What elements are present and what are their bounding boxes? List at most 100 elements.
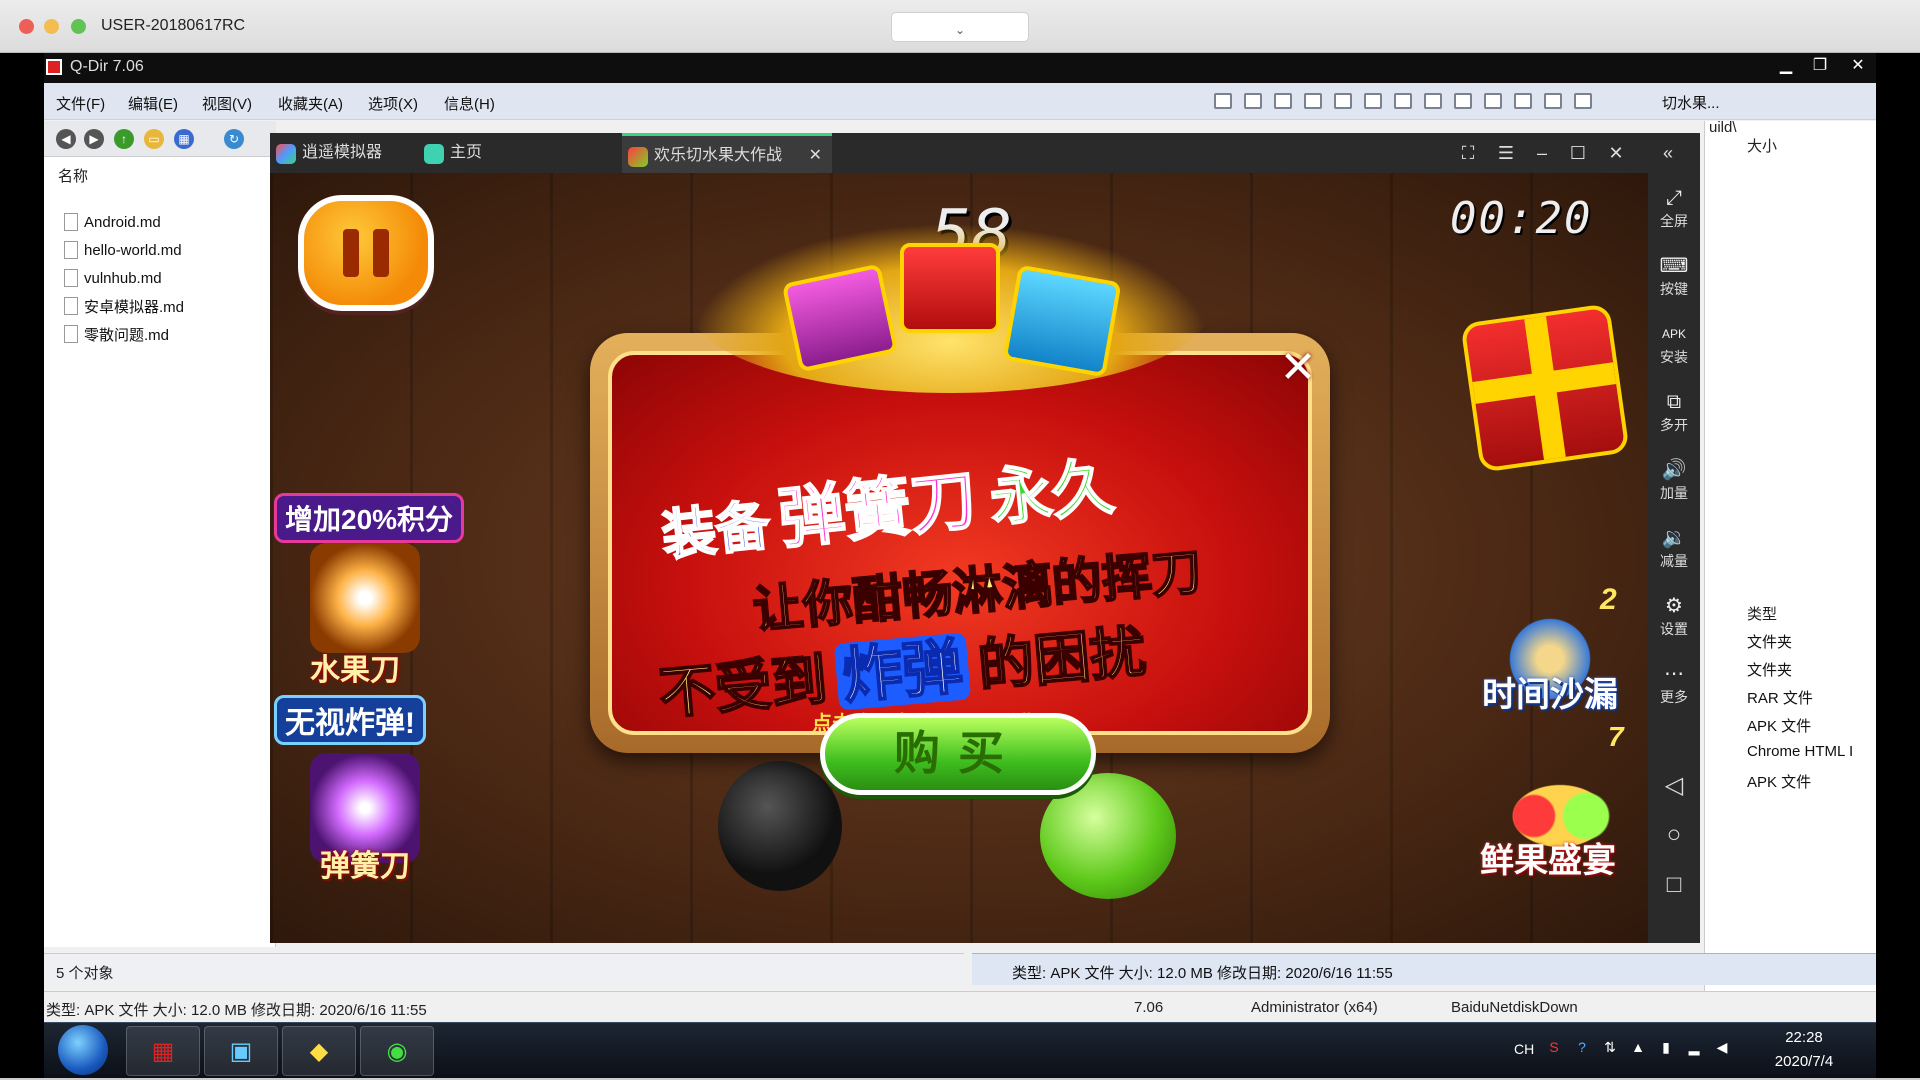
layout-icon[interactable] [1544,93,1562,109]
settings-button[interactable]: ⚙ 设置 [1648,593,1700,639]
install-apk-button[interactable]: APK 安装 [1648,321,1700,367]
volume-icon[interactable]: ◀ [1712,1039,1732,1059]
layout-icon[interactable] [1514,93,1532,109]
clock-date[interactable]: 2020/7/4 [1764,1053,1844,1070]
spring-knife-label: 弹簧刀 [320,850,410,883]
qdir-taskbar-icon[interactable]: ▦ [126,1026,200,1076]
type-cell: 文件夹 [1747,634,1793,651]
selection-info[interactable]: 类型: APK 文件 大小: 12.0 MB 修改日期: 2020/6/16 1… [1012,962,1393,983]
hourglass-label: 时间沙漏 [1482,676,1618,714]
screenshot-icon[interactable]: ⛶ [1456,141,1480,165]
blackberry-fruit[interactable] [718,761,842,891]
menu-icon[interactable]: ☰ [1494,141,1518,165]
file-icon [64,213,78,231]
maximize-icon[interactable]: ☐ [1566,141,1590,165]
column-header-name[interactable]: 名称 [58,165,88,186]
layout-icon[interactable] [1424,93,1442,109]
input-language[interactable]: CH [1514,1041,1534,1057]
sidebar-label: 多开 [1660,417,1688,433]
chrome-taskbar-icon[interactable]: ◉ [360,1026,434,1076]
keymap-button[interactable]: ⌨ 按键 [1648,253,1700,299]
buy-button[interactable]: 购买 [820,713,1096,795]
file-icon [64,241,78,259]
emulator-window: 逍遥模拟器 主页 欢乐切水果大作战 ✕ ⛶ ☰ – ☐ ✕ « 58 00:20… [270,133,1700,943]
tab-close-icon[interactable]: ✕ [809,136,822,176]
more-button[interactable]: ⋯ 更多 [1648,661,1700,707]
file-row[interactable]: hello-world.md [64,239,182,261]
tab-fruit-game[interactable]: 欢乐切水果大作战 ✕ [622,133,832,173]
minimize-icon[interactable]: ▁ [1768,55,1804,77]
android-back-button[interactable]: ◁ [1648,771,1700,800]
layout-icon[interactable] [1214,93,1232,109]
mac-minimize-button[interactable] [44,19,59,34]
layout-icon[interactable] [1454,93,1472,109]
view-icon[interactable]: ▦ [174,129,194,149]
menu-favorites[interactable]: 收藏夹(A) [278,93,343,114]
object-count[interactable]: 5 个对象 [56,962,114,983]
gift-box-icon[interactable] [1460,303,1630,473]
network-icon[interactable]: ⇅ [1600,1039,1620,1059]
mac-close-button[interactable] [19,19,34,34]
signal-icon[interactable]: ▂ [1684,1039,1704,1059]
start-button[interactable] [58,1025,108,1075]
right-bottom-pane: 类型 文件夹 文件夹 RAR 文件 APK 文件 Chrome HTML I A… [1704,561,1876,997]
restore-icon[interactable]: ❐ [1802,55,1838,77]
line-not-affected: 不受到 [656,647,831,726]
android-home-button[interactable]: ○ [1648,821,1700,849]
menu-view[interactable]: 视图(V) [202,93,252,114]
sogou-icon[interactable]: S [1544,1039,1564,1059]
pause-button[interactable] [298,195,434,311]
menu-info[interactable]: 信息(H) [444,93,495,114]
fruit-feast-count: 7 [1608,721,1624,752]
tray-expand-icon[interactable]: ▲ [1628,1039,1648,1059]
file-row[interactable]: 零散问题.md [64,323,169,345]
menu-edit[interactable]: 编辑(E) [128,93,178,114]
fruit-knife-icon[interactable] [310,543,420,653]
android-recent-button[interactable]: □ [1648,871,1700,899]
fullscreen-icon: ⤢ [1666,187,1682,209]
layout-icon[interactable] [1484,93,1502,109]
up-folder-icon[interactable]: ↑ [114,129,134,149]
fullscreen-button[interactable]: ⤢ 全屏 [1648,185,1700,231]
layout-icon[interactable] [1574,93,1592,109]
layout-icon[interactable] [1394,93,1412,109]
layout-icon[interactable] [1364,93,1382,109]
folder-icon[interactable]: ▭ [144,129,164,149]
file-row[interactable]: 安卓模拟器.md [64,295,184,317]
remote-session-dropdown[interactable]: ⌄ [891,12,1029,42]
column-header-type[interactable]: 类型 [1747,603,1777,624]
multi-instance-button[interactable]: ⧉ 多开 [1648,389,1700,435]
clock-time[interactable]: 22:28 [1764,1029,1844,1046]
quick-link-fruit[interactable]: 切水果... [1662,92,1720,113]
layout-icon[interactable] [1274,93,1292,109]
file-row[interactable]: Android.md [64,211,161,233]
file-row[interactable]: vulnhub.md [64,267,162,289]
tab-emulator[interactable]: 逍遥模拟器 [270,133,420,173]
volume-up-button[interactable]: 🔊 加量 [1648,457,1700,503]
forward-icon[interactable]: ▶ [84,129,104,149]
emulator-taskbar-icon[interactable]: ◆ [282,1026,356,1076]
vm-taskbar-icon[interactable]: ▣ [204,1026,278,1076]
menu-options[interactable]: 选项(X) [368,93,418,114]
layout-icon[interactable] [1304,93,1322,109]
volume-up-icon: 🔊 [1661,459,1687,481]
volume-down-button[interactable]: 🔉 减量 [1648,525,1700,571]
tab-home[interactable]: 主页 [418,133,568,173]
refresh-icon[interactable]: ↻ [224,129,244,149]
popup-close-button[interactable]: ✕ [1275,345,1321,391]
keyboard-icon: ⌨ [1659,255,1689,277]
close-icon[interactable]: ✕ [1840,55,1876,77]
game-screen[interactable]: 58 00:20 增加20%积分 水果刀 无视炸弹! 弹簧刀 2 时间沙漏 7 … [270,173,1648,943]
close-icon[interactable]: ✕ [1604,141,1628,165]
menu-file[interactable]: 文件(F) [56,93,105,114]
mac-maximize-button[interactable] [71,19,86,34]
back-icon[interactable]: ◀ [56,129,76,149]
device-icon[interactable]: ▮ [1656,1039,1676,1059]
minimize-icon[interactable]: – [1530,141,1554,165]
tab-label: 欢乐切水果大作战 [654,147,783,164]
help-icon[interactable]: ? [1572,1039,1592,1059]
collapse-sidebar-icon[interactable]: « [1656,141,1680,165]
layout-icon[interactable] [1334,93,1352,109]
column-header-size[interactable]: 大小 [1747,135,1777,156]
layout-icon[interactable] [1244,93,1262,109]
